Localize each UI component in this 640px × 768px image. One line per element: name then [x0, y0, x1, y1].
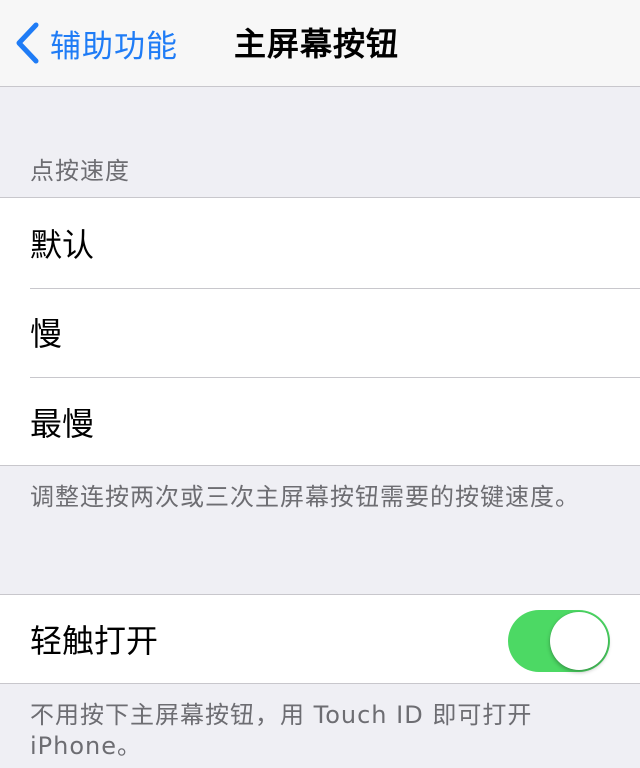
page-title: 主屏幕按钮	[234, 25, 400, 63]
rest-finger-toggle[interactable]	[508, 610, 610, 672]
back-button[interactable]: 辅助功能	[14, 20, 178, 66]
speed-option-slow[interactable]: 慢	[0, 287, 640, 378]
speed-option-label: 慢	[30, 315, 63, 354]
navigation-bar: 辅助功能 主屏幕按钮	[0, 0, 640, 87]
speed-option-label: 默认	[30, 225, 95, 264]
speed-option-slowest[interactable]: 最慢	[0, 377, 640, 467]
speed-option-default[interactable]: 默认	[0, 198, 640, 288]
chevron-left-icon	[14, 22, 40, 64]
rest-finger-footer-text: 不用按下主屏幕按钮，用 Touch ID 即可打开 iPhone。	[30, 701, 533, 760]
click-speed-options: 默认 慢 最慢	[0, 197, 640, 466]
click-speed-footer-text: 调整连按两次或三次主屏幕按钮需要的按键速度。	[30, 483, 580, 511]
rest-finger-row: 轻触打开	[0, 595, 640, 683]
rest-finger-label: 轻触打开	[30, 622, 159, 660]
click-speed-section-header: 点按速度	[30, 157, 130, 185]
back-button-label: 辅助功能	[50, 28, 178, 65]
speed-option-label: 最慢	[30, 404, 95, 443]
rest-finger-group: 轻触打开	[0, 594, 640, 684]
toggle-knob	[550, 612, 608, 670]
